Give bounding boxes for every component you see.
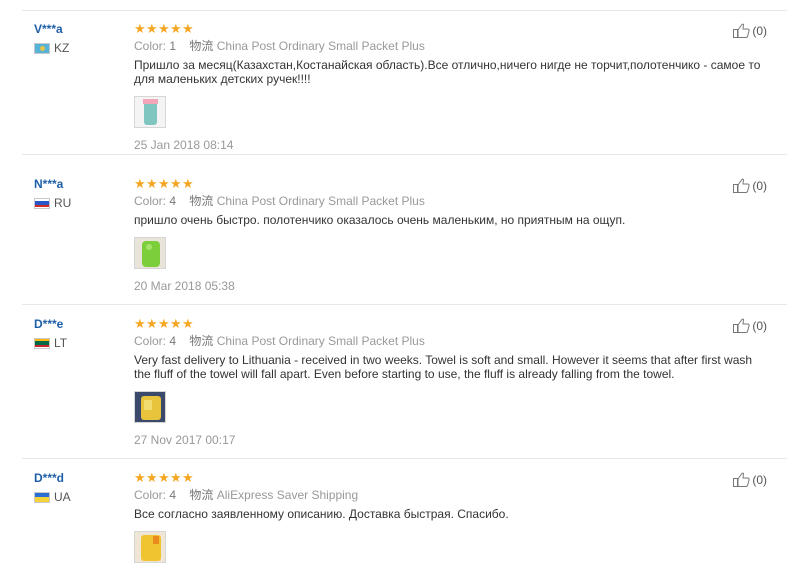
review-item: V***a KZ ★ ★ ★ ★ ★ Color: 1 物流 China Post Or…	[22, 11, 787, 155]
flag-ua-icon	[34, 491, 50, 503]
review-date: 20 Mar 2018 05:38	[134, 279, 235, 293]
review-text: Пришло за месяц(Казахстан,Костанайская о…	[134, 58, 761, 86]
country-code: KZ	[54, 41, 70, 55]
shipping-label: 物流	[189, 39, 214, 53]
thumbs-up-icon	[733, 178, 750, 193]
star-rating: ★ ★ ★ ★ ★	[134, 471, 654, 484]
review-photo[interactable]	[134, 237, 166, 269]
star-icon: ★	[134, 470, 146, 485]
shipping-label: 物流	[189, 194, 214, 208]
country-code: UA	[54, 490, 71, 504]
thumbs-up-icon	[733, 23, 750, 38]
review-item: N***a RU ★ ★ ★ ★ ★ Color: 4 物流 China Post Or…	[22, 166, 787, 305]
reviewer-country: LT	[34, 336, 134, 350]
shipping-label: 物流	[189, 334, 214, 348]
thumbs-up-icon	[733, 472, 750, 487]
review-date: 27 Nov 2017 00:17	[134, 433, 236, 447]
reviewer-country: RU	[34, 196, 134, 210]
thumbs-up-icon	[733, 318, 750, 333]
flag-lt-icon	[34, 337, 50, 349]
review-photo[interactable]	[134, 531, 166, 563]
shipping-value: China Post Ordinary Small Packet Plus	[216, 194, 425, 208]
star-icon: ★	[134, 21, 146, 36]
star-icon: ★	[182, 470, 194, 485]
flag-ru-icon	[34, 197, 50, 209]
star-icon: ★	[170, 470, 182, 485]
helpful-count: (0)	[752, 23, 767, 38]
review-content: ★ ★ ★ ★ ★ Color: 4 物流 AliExpress Saver Shipp…	[134, 471, 654, 563]
color-label: Color:	[134, 334, 167, 348]
helpful-button[interactable]: (0)	[733, 178, 767, 193]
review-content: ★ ★ ★ ★ ★ Color: 1 物流 China Post Ordinary Sm…	[134, 22, 760, 152]
review-photo[interactable]	[134, 391, 166, 423]
star-icon: ★	[182, 316, 194, 331]
helpful-button[interactable]: (0)	[733, 318, 767, 333]
star-icon: ★	[134, 176, 146, 191]
color-label: Color:	[134, 39, 167, 53]
color-value: 4	[169, 488, 177, 502]
reviewer-info: D***d UA	[34, 471, 134, 504]
reviewer-name: D***e	[34, 317, 64, 331]
star-icon: ★	[134, 316, 146, 331]
review-date: 25 Jan 2018 08:14	[134, 138, 234, 152]
country-code: LT	[54, 336, 68, 350]
helpful-count: (0)	[752, 472, 767, 487]
star-rating: ★ ★ ★ ★ ★	[134, 22, 654, 35]
review-photo[interactable]	[134, 96, 166, 128]
star-icon: ★	[158, 470, 170, 485]
reviewer-name: V***a	[34, 22, 63, 36]
reviewer-info: D***e LT	[34, 317, 134, 350]
star-icon: ★	[146, 470, 158, 485]
review-item: D***e LT ★ ★ ★ ★ ★ Color: 4 物流 China Post Or…	[22, 306, 787, 459]
order-info: Color: 4 物流 AliExpress Saver Shipping	[134, 488, 654, 502]
color-value: 4	[169, 194, 177, 208]
color-label: Color:	[134, 194, 167, 208]
star-icon: ★	[170, 316, 182, 331]
shipping-label: 物流	[189, 488, 214, 502]
helpful-count: (0)	[752, 178, 767, 193]
country-code: RU	[54, 196, 72, 210]
shipping-value: China Post Ordinary Small Packet Plus	[216, 39, 425, 53]
star-icon: ★	[146, 21, 158, 36]
review-item: D***d UA ★ ★ ★ ★ ★ Color: 4 物流 AliExpress Sa…	[22, 460, 787, 570]
shipping-value: China Post Ordinary Small Packet Plus	[216, 334, 425, 348]
star-icon: ★	[182, 21, 194, 36]
shipping-value: AliExpress Saver Shipping	[216, 488, 359, 502]
star-icon: ★	[170, 176, 182, 191]
review-content: ★ ★ ★ ★ ★ Color: 4 物流 China Post Ordinary Sm…	[134, 177, 654, 293]
review-content: ★ ★ ★ ★ ★ Color: 4 物流 China Post Ordinary Sm…	[134, 317, 752, 447]
reviewer-name: N***a	[34, 177, 64, 191]
star-icon: ★	[182, 176, 194, 191]
star-rating: ★ ★ ★ ★ ★	[134, 317, 654, 330]
star-icon: ★	[170, 21, 182, 36]
helpful-count: (0)	[752, 318, 767, 333]
color-label: Color:	[134, 488, 167, 502]
order-info: Color: 1 物流 China Post Ordinary Small Pa…	[134, 39, 654, 53]
reviewer-info: N***a RU	[34, 177, 134, 210]
star-icon: ★	[158, 176, 170, 191]
star-icon: ★	[146, 316, 158, 331]
reviewer-country: UA	[34, 490, 134, 504]
helpful-button[interactable]: (0)	[733, 23, 767, 38]
flag-kz-icon	[34, 42, 50, 54]
reviewer-country: KZ	[34, 41, 134, 55]
star-icon: ★	[158, 316, 170, 331]
order-info: Color: 4 物流 China Post Ordinary Small Pa…	[134, 334, 654, 348]
star-icon: ★	[146, 176, 158, 191]
color-value: 4	[169, 334, 177, 348]
reviewer-info: V***a KZ	[34, 22, 134, 55]
review-text: Very fast delivery to Lithuania - receiv…	[134, 353, 753, 381]
review-text: Все согласно заявленному описанию. Доста…	[134, 507, 509, 521]
helpful-button[interactable]: (0)	[733, 472, 767, 487]
reviewer-name: D***d	[34, 471, 65, 485]
review-text: пришло очень быстро. полотенчико оказало…	[134, 213, 626, 227]
order-info: Color: 4 物流 China Post Ordinary Small Pa…	[134, 194, 654, 208]
color-value: 1	[169, 39, 177, 53]
star-icon: ★	[158, 21, 170, 36]
star-rating: ★ ★ ★ ★ ★	[134, 177, 654, 190]
